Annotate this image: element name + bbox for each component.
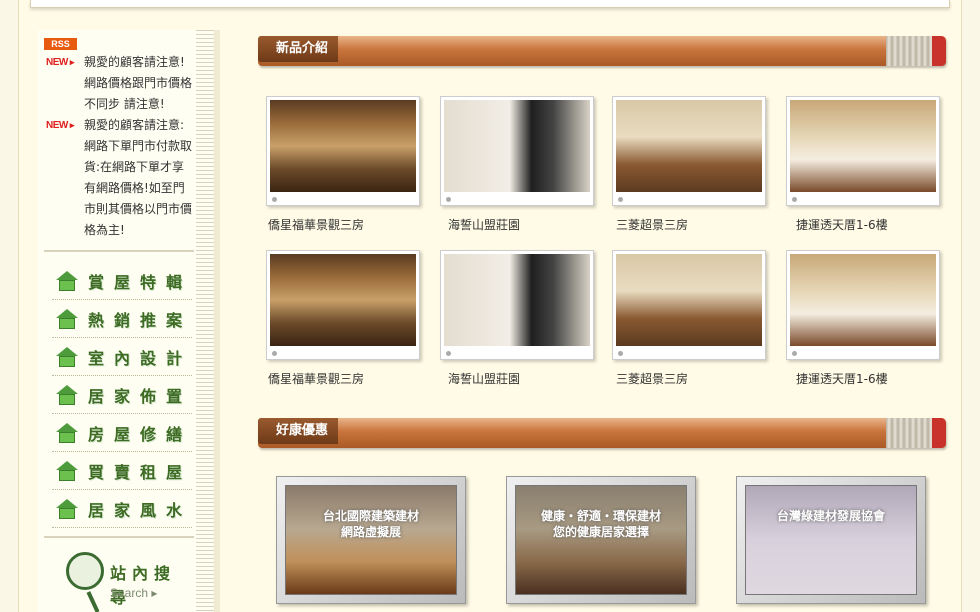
new-badge: NEW	[46, 57, 74, 68]
promo-subtitle: 網路虛擬展	[340, 525, 401, 539]
menu-label: 居家風水	[88, 500, 193, 520]
menu-item-home-repair[interactable]: 房屋修繕	[52, 414, 192, 452]
promo-title: 台北國際建築建材	[322, 509, 419, 523]
news-item[interactable]: NEW 親愛的顧客請注意:網路下單門市付款取貨:在網路下單才享有網路價格!如至門…	[46, 115, 196, 241]
product-name[interactable]: 捷運透天厝1-6樓	[796, 370, 888, 387]
product-thumbnail[interactable]	[612, 96, 766, 206]
main-content: 新品介紹 僑星福華景觀三房 海誓山盟莊園 三菱超景三房 捷運透天厝1-6樓 僑星…	[258, 36, 948, 604]
product-name[interactable]: 三菱超景三房	[616, 216, 688, 233]
product-thumbnail[interactable]	[786, 250, 940, 360]
section-title: 新品介紹	[258, 36, 339, 62]
product-thumbnail[interactable]	[266, 250, 420, 360]
site-search-button[interactable]: 站內搜尋 Search ▸	[66, 550, 196, 610]
pencil-band	[886, 418, 932, 448]
promo-banner[interactable]: 台北國際建築建材 網路虛擬展	[276, 476, 466, 604]
magnifier-icon	[66, 552, 104, 590]
menu-item-feng-shui[interactable]: 居家風水	[52, 490, 192, 528]
house-icon	[56, 460, 78, 481]
promo-banner[interactable]: 健康・舒適・環保建材 您的健康居家選擇	[506, 476, 696, 604]
promo-title: 健康・舒適・環保建材	[540, 509, 661, 523]
news-list: NEW 親愛的顧客請注意!網路價格跟門市價格不同步 請注意! NEW 親愛的顧客…	[46, 52, 196, 241]
divider	[44, 250, 194, 252]
menu-label: 賞屋特輯	[88, 272, 193, 292]
pencil-eraser	[932, 418, 946, 448]
product-name[interactable]: 僑星福華景觀三房	[268, 370, 364, 387]
product-name[interactable]: 海誓山盟莊園	[448, 216, 520, 233]
sidebar: RSS NEW 親愛的顧客請注意!網路價格跟門市價格不同步 請注意! NEW 親…	[38, 30, 220, 612]
menu-label: 居家佈置	[88, 386, 193, 406]
product-name[interactable]: 三菱超景三房	[616, 370, 688, 387]
menu-label: 室內設計	[88, 348, 193, 368]
house-icon	[56, 422, 78, 443]
product-thumbnail[interactable]	[440, 250, 594, 360]
product-name[interactable]: 捷運透天厝1-6樓	[796, 216, 888, 233]
product-thumbnail[interactable]	[786, 96, 940, 206]
search-sublabel: Search ▸	[110, 586, 158, 600]
product-name[interactable]: 海誓山盟莊園	[448, 370, 520, 387]
search-label: 站內搜尋	[110, 564, 177, 607]
rss-icon[interactable]: RSS	[44, 38, 77, 50]
product-thumbnail[interactable]	[612, 250, 766, 360]
house-icon	[56, 498, 78, 519]
product-thumbnail[interactable]	[440, 96, 594, 206]
menu-item-home-decor[interactable]: 居家佈置	[52, 376, 192, 414]
new-badge: NEW	[46, 120, 74, 131]
sidebar-stripes	[196, 30, 214, 612]
product-name[interactable]: 僑星福華景觀三房	[268, 216, 364, 233]
menu-item-buy-sell-rent[interactable]: 買賣租屋	[52, 452, 192, 490]
promo-title: 台灣綠建材發展協會	[776, 509, 885, 523]
promo-subtitle: 您的健康居家選擇	[552, 525, 649, 539]
news-text[interactable]: 親愛的顧客請注意!網路價格跟門市價格不同步 請注意!	[84, 52, 196, 115]
pencil-band	[886, 36, 932, 66]
house-icon	[56, 270, 78, 291]
promo-banner[interactable]: 台灣綠建材發展協會	[736, 476, 926, 604]
pencil-eraser	[932, 36, 946, 66]
menu-item-interior-design[interactable]: 室內設計	[52, 338, 192, 376]
menu-label: 房屋修繕	[88, 424, 193, 444]
news-text[interactable]: 親愛的顧客請注意:網路下單門市付款取貨:在網路下單才享有網路價格!如至門市則其價…	[84, 115, 196, 241]
menu-label: 買賣租屋	[88, 462, 193, 482]
menu-item-featured-homes[interactable]: 賞屋特輯	[52, 262, 192, 300]
news-item[interactable]: NEW 親愛的顧客請注意!網路價格跟門市價格不同步 請注意!	[46, 52, 196, 115]
house-icon	[56, 308, 78, 329]
house-icon	[56, 346, 78, 367]
menu-item-hot-projects[interactable]: 熱銷推案	[52, 300, 192, 338]
menu-label: 熱銷推案	[88, 310, 193, 330]
divider	[44, 536, 194, 538]
section-header-new-products: 新品介紹	[258, 36, 946, 66]
section-title: 好康優惠	[258, 418, 339, 444]
section-header-promotions: 好康優惠	[258, 418, 946, 448]
top-banner-bar	[30, 0, 950, 8]
house-icon	[56, 384, 78, 405]
product-thumbnail[interactable]	[266, 96, 420, 206]
category-menu: 賞屋特輯 熱銷推案 室內設計 居家佈置 房屋修繕 買賣租屋 居家風水	[52, 262, 192, 528]
